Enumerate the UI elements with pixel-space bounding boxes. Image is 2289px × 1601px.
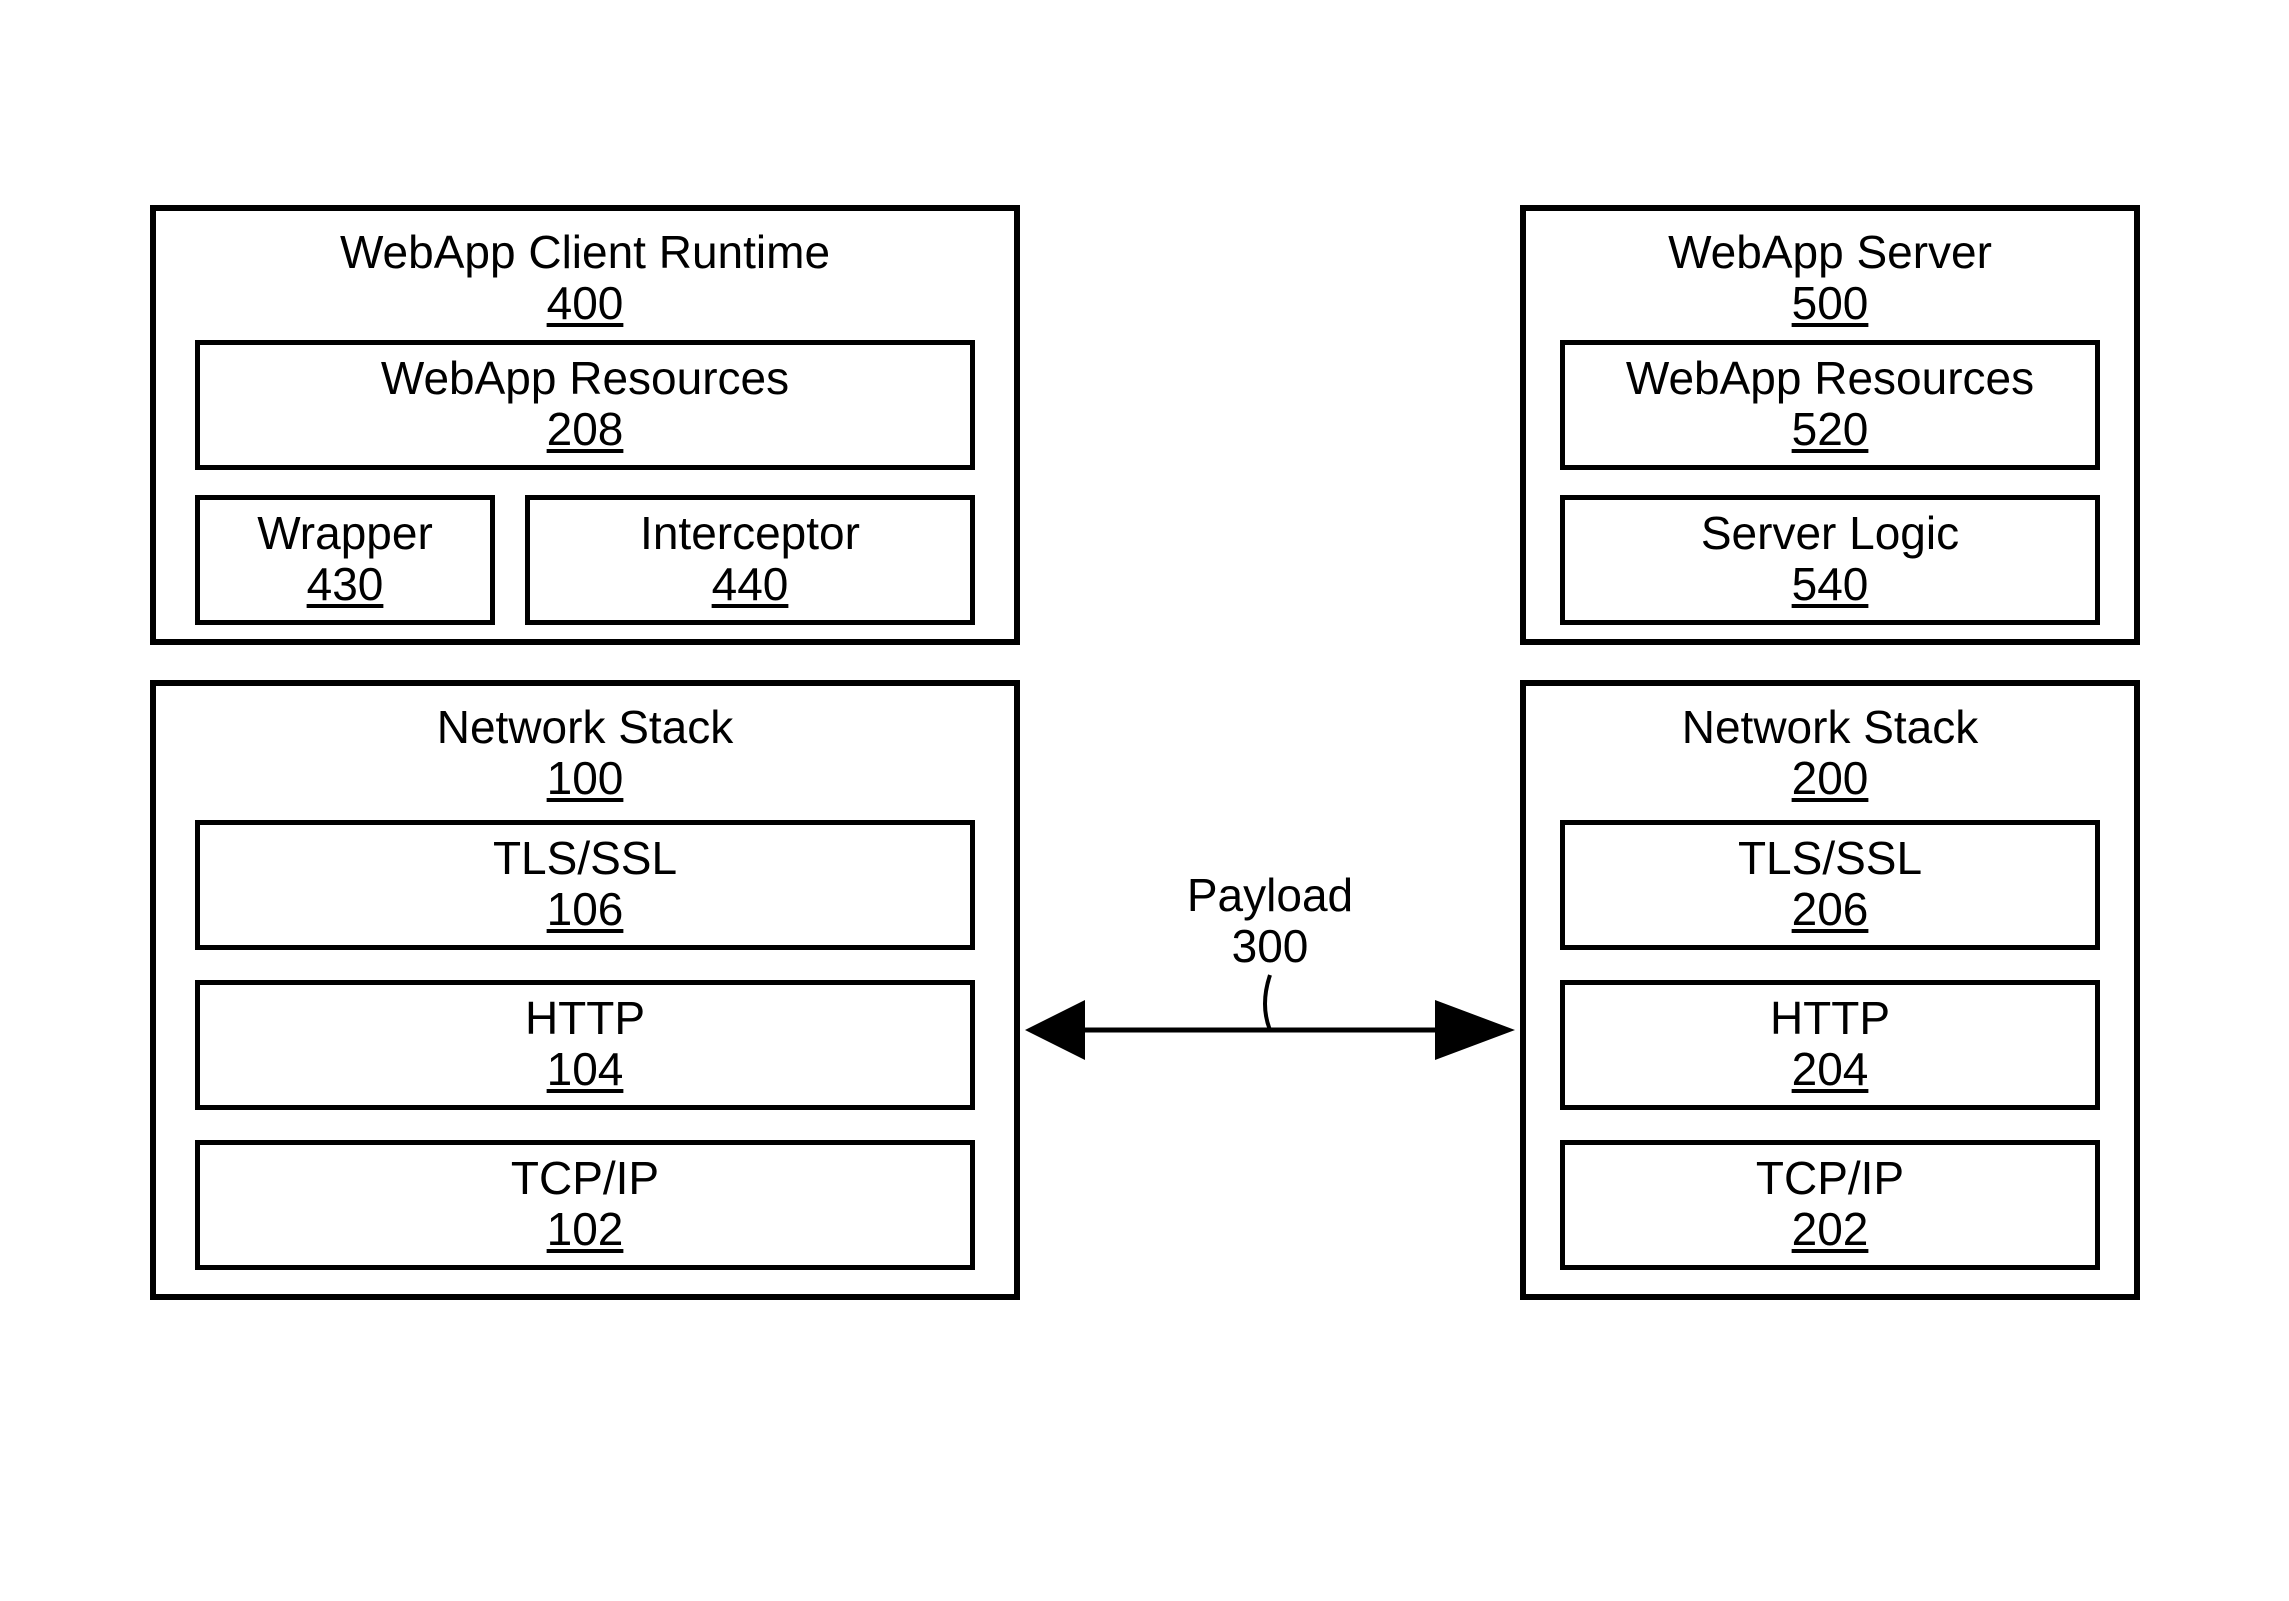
server-tls-title: TLS/SSL bbox=[1738, 832, 1922, 884]
server-http-num: 204 bbox=[1792, 1043, 1869, 1095]
client-http-title: HTTP bbox=[525, 992, 645, 1044]
interceptor-num: 440 bbox=[712, 558, 789, 610]
client-tls-title: TLS/SSL bbox=[493, 832, 677, 884]
server-logic-num: 540 bbox=[1792, 558, 1869, 610]
server-tcp-num: 202 bbox=[1792, 1203, 1869, 1255]
server-logic-title: Server Logic bbox=[1701, 507, 1959, 559]
wrapper-box: Wrapper 430 bbox=[195, 495, 495, 625]
client-runtime-num: 400 bbox=[547, 277, 624, 329]
server-stack-num: 200 bbox=[1792, 752, 1869, 804]
payload-title: Payload bbox=[1187, 869, 1353, 921]
client-tcp-title: TCP/IP bbox=[511, 1152, 659, 1204]
payload-num: 300 bbox=[1232, 920, 1309, 972]
server-resources-num: 520 bbox=[1792, 403, 1869, 455]
server-tcp-box: TCP/IP 202 bbox=[1560, 1140, 2100, 1270]
payload-callout-icon bbox=[1230, 975, 1310, 1035]
server-top-num: 500 bbox=[1792, 277, 1869, 329]
server-resources-title: WebApp Resources bbox=[1626, 352, 2034, 404]
wrapper-title: Wrapper bbox=[257, 507, 433, 559]
server-stack-title: Network Stack bbox=[1682, 701, 1979, 753]
payload-label: Payload 300 bbox=[1160, 870, 1380, 971]
client-tcp-num: 102 bbox=[547, 1203, 624, 1255]
client-tls-num: 106 bbox=[547, 883, 624, 935]
client-resources-num: 208 bbox=[547, 403, 624, 455]
client-http-box: HTTP 104 bbox=[195, 980, 975, 1110]
interceptor-box: Interceptor 440 bbox=[525, 495, 975, 625]
server-http-box: HTTP 204 bbox=[1560, 980, 2100, 1110]
server-logic-box: Server Logic 540 bbox=[1560, 495, 2100, 625]
server-resources-box: WebApp Resources 520 bbox=[1560, 340, 2100, 470]
client-tcp-box: TCP/IP 102 bbox=[195, 1140, 975, 1270]
server-tcp-title: TCP/IP bbox=[1756, 1152, 1904, 1204]
client-resources-box: WebApp Resources 208 bbox=[195, 340, 975, 470]
server-http-title: HTTP bbox=[1770, 992, 1890, 1044]
wrapper-num: 430 bbox=[307, 558, 384, 610]
client-stack-title: Network Stack bbox=[437, 701, 734, 753]
client-runtime-title: WebApp Client Runtime bbox=[340, 226, 830, 278]
server-tls-num: 206 bbox=[1792, 883, 1869, 935]
server-tls-box: TLS/SSL 206 bbox=[1560, 820, 2100, 950]
client-tls-box: TLS/SSL 106 bbox=[195, 820, 975, 950]
interceptor-title: Interceptor bbox=[640, 507, 860, 559]
client-stack-num: 100 bbox=[547, 752, 624, 804]
client-http-num: 104 bbox=[547, 1043, 624, 1095]
server-top-title: WebApp Server bbox=[1668, 226, 1992, 278]
client-resources-title: WebApp Resources bbox=[381, 352, 789, 404]
